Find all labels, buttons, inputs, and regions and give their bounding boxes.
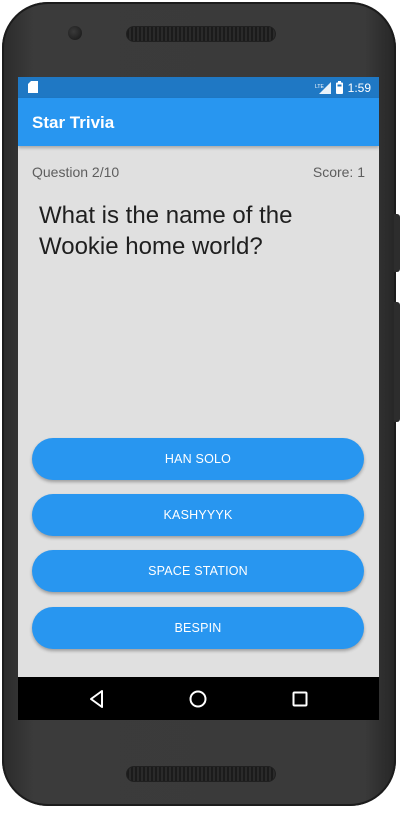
recents-icon[interactable] (288, 687, 312, 711)
sd-card-icon (28, 81, 38, 93)
score-label: Score: 1 (312, 164, 365, 180)
status-bar: LTE 1:59 (18, 77, 379, 98)
top-speaker-grille (126, 26, 276, 42)
battery-icon (335, 81, 343, 94)
power-button (394, 302, 400, 422)
home-icon[interactable] (186, 687, 210, 711)
quiz-info-row: Question 2/10 Score: 1 (32, 164, 365, 184)
status-time: 1:59 (347, 80, 371, 95)
answer-button-3[interactable]: SPACE STATION (32, 550, 364, 592)
volume-button (394, 214, 400, 272)
answer-button-2[interactable]: KASHYYYK (32, 494, 364, 536)
navigation-bar (18, 677, 379, 720)
app-title: Star Trivia (32, 113, 115, 132)
back-icon[interactable] (85, 687, 109, 711)
app-bar: Star Trivia (18, 98, 379, 146)
network-label: LTE (315, 84, 324, 90)
question-counter: Question 2/10 (32, 164, 120, 180)
bottom-speaker-grille (126, 766, 276, 782)
question-text: What is the name of the Wookie home worl… (39, 202, 293, 260)
front-camera (68, 26, 82, 40)
app-screen: LTE 1:59 Star Trivia Question 2/10 Score… (18, 77, 379, 720)
answer-button-1[interactable]: HAN SOLO (32, 438, 364, 480)
answer-button-4[interactable]: BESPIN (32, 607, 364, 649)
lte-signal-icon: LTE (315, 81, 331, 94)
